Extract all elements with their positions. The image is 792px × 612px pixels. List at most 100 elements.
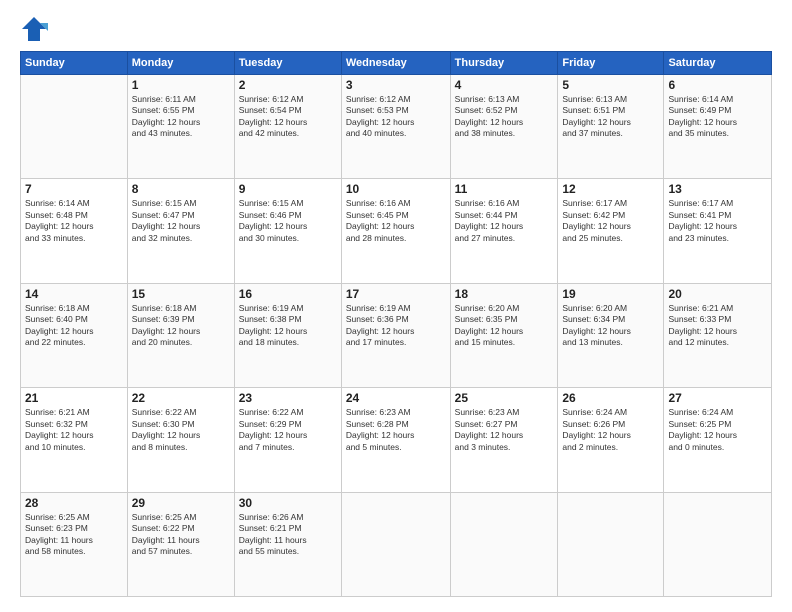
- calendar-cell: 7 Sunrise: 6:14 AM Sunset: 6:48 PM Daylig…: [21, 179, 128, 283]
- cell-text: Sunrise: 6:16 AM Sunset: 6:44 PM Dayligh…: [455, 198, 554, 244]
- weekday-monday: Monday: [127, 52, 234, 75]
- day-number: 1: [132, 78, 230, 92]
- cell-text: Sunrise: 6:20 AM Sunset: 6:35 PM Dayligh…: [455, 303, 554, 349]
- calendar-cell: 13 Sunrise: 6:17 AM Sunset: 6:41 PM Dayli…: [664, 179, 772, 283]
- calendar-cell: 2 Sunrise: 6:12 AM Sunset: 6:54 PM Daylig…: [234, 75, 341, 179]
- day-number: 16: [239, 287, 337, 301]
- cell-text: Sunrise: 6:14 AM Sunset: 6:49 PM Dayligh…: [668, 94, 767, 140]
- day-number: 17: [346, 287, 446, 301]
- cell-text: Sunrise: 6:11 AM Sunset: 6:55 PM Dayligh…: [132, 94, 230, 140]
- calendar-cell: 25 Sunrise: 6:23 AM Sunset: 6:27 PM Dayli…: [450, 388, 558, 492]
- weekday-friday: Friday: [558, 52, 664, 75]
- calendar-cell: 17 Sunrise: 6:19 AM Sunset: 6:36 PM Dayli…: [341, 283, 450, 387]
- cell-text: Sunrise: 6:13 AM Sunset: 6:51 PM Dayligh…: [562, 94, 659, 140]
- cell-text: Sunrise: 6:18 AM Sunset: 6:40 PM Dayligh…: [25, 303, 123, 349]
- cell-text: Sunrise: 6:12 AM Sunset: 6:54 PM Dayligh…: [239, 94, 337, 140]
- logo-icon: [20, 15, 48, 43]
- calendar-cell: 15Sunrise: 6:18 AM Sunset: 6:39 PM Dayli…: [127, 283, 234, 387]
- day-number: 4: [455, 78, 554, 92]
- calendar-cell: 24 Sunrise: 6:23 AM Sunset: 6:28 PM Dayli…: [341, 388, 450, 492]
- day-number: 2: [239, 78, 337, 92]
- weekday-header-row: SundayMondayTuesdayWednesdayThursdayFrid…: [21, 52, 772, 75]
- day-number: 9: [239, 182, 337, 196]
- calendar-cell: 3 Sunrise: 6:12 AM Sunset: 6:53 PM Daylig…: [341, 75, 450, 179]
- day-number: 28: [25, 496, 123, 510]
- calendar-cell: [450, 492, 558, 596]
- calendar-cell: [664, 492, 772, 596]
- day-number: 30: [239, 496, 337, 510]
- calendar-cell: 11 Sunrise: 6:16 AM Sunset: 6:44 PM Dayli…: [450, 179, 558, 283]
- cell-text: Sunrise: 6:23 AM Sunset: 6:28 PM Dayligh…: [346, 407, 446, 453]
- calendar-cell: 9 Sunrise: 6:15 AM Sunset: 6:46 PM Daylig…: [234, 179, 341, 283]
- cell-text: Sunrise: 6:15 AM Sunset: 6:46 PM Dayligh…: [239, 198, 337, 244]
- day-number: 11: [455, 182, 554, 196]
- cell-text: Sunrise: 6:18 AM Sunset: 6:39 PM Dayligh…: [132, 303, 230, 349]
- day-number: 6: [668, 78, 767, 92]
- calendar-cell: 20Sunrise: 6:21 AM Sunset: 6:33 PM Dayli…: [664, 283, 772, 387]
- day-number: 13: [668, 182, 767, 196]
- day-number: 14: [25, 287, 123, 301]
- calendar-cell: 16 Sunrise: 6:19 AM Sunset: 6:38 PM Dayli…: [234, 283, 341, 387]
- day-number: 23: [239, 391, 337, 405]
- day-number: 18: [455, 287, 554, 301]
- calendar-cell: 1 Sunrise: 6:11 AM Sunset: 6:55 PM Daylig…: [127, 75, 234, 179]
- cell-text: Sunrise: 6:26 AM Sunset: 6:21 PM Dayligh…: [239, 512, 337, 558]
- cell-text: Sunrise: 6:14 AM Sunset: 6:48 PM Dayligh…: [25, 198, 123, 244]
- calendar-cell: 22Sunrise: 6:22 AM Sunset: 6:30 PM Dayli…: [127, 388, 234, 492]
- calendar-cell: 14 Sunrise: 6:18 AM Sunset: 6:40 PM Dayli…: [21, 283, 128, 387]
- calendar-cell: 23 Sunrise: 6:22 AM Sunset: 6:29 PM Dayli…: [234, 388, 341, 492]
- calendar-cell: 27Sunrise: 6:24 AM Sunset: 6:25 PM Dayli…: [664, 388, 772, 492]
- calendar-cell: 4 Sunrise: 6:13 AM Sunset: 6:52 PM Daylig…: [450, 75, 558, 179]
- calendar-cell: 21 Sunrise: 6:21 AM Sunset: 6:32 PM Dayli…: [21, 388, 128, 492]
- day-number: 20: [668, 287, 767, 301]
- cell-text: Sunrise: 6:23 AM Sunset: 6:27 PM Dayligh…: [455, 407, 554, 453]
- calendar-cell: 26 Sunrise: 6:24 AM Sunset: 6:26 PM Dayli…: [558, 388, 664, 492]
- week-row-1: 7 Sunrise: 6:14 AM Sunset: 6:48 PM Daylig…: [21, 179, 772, 283]
- calendar-cell: 8Sunrise: 6:15 AM Sunset: 6:47 PM Daylig…: [127, 179, 234, 283]
- day-number: 19: [562, 287, 659, 301]
- calendar-cell: [341, 492, 450, 596]
- calendar-cell: 10 Sunrise: 6:16 AM Sunset: 6:45 PM Dayli…: [341, 179, 450, 283]
- cell-text: Sunrise: 6:24 AM Sunset: 6:26 PM Dayligh…: [562, 407, 659, 453]
- cell-text: Sunrise: 6:13 AM Sunset: 6:52 PM Dayligh…: [455, 94, 554, 140]
- day-number: 5: [562, 78, 659, 92]
- day-number: 25: [455, 391, 554, 405]
- week-row-0: 1 Sunrise: 6:11 AM Sunset: 6:55 PM Daylig…: [21, 75, 772, 179]
- calendar-cell: 29Sunrise: 6:25 AM Sunset: 6:22 PM Dayli…: [127, 492, 234, 596]
- week-row-4: 28 Sunrise: 6:25 AM Sunset: 6:23 PM Dayli…: [21, 492, 772, 596]
- cell-text: Sunrise: 6:19 AM Sunset: 6:38 PM Dayligh…: [239, 303, 337, 349]
- cell-text: Sunrise: 6:16 AM Sunset: 6:45 PM Dayligh…: [346, 198, 446, 244]
- week-row-2: 14 Sunrise: 6:18 AM Sunset: 6:40 PM Dayli…: [21, 283, 772, 387]
- day-number: 10: [346, 182, 446, 196]
- weekday-saturday: Saturday: [664, 52, 772, 75]
- cell-text: Sunrise: 6:12 AM Sunset: 6:53 PM Dayligh…: [346, 94, 446, 140]
- day-number: 3: [346, 78, 446, 92]
- day-number: 7: [25, 182, 123, 196]
- cell-text: Sunrise: 6:22 AM Sunset: 6:29 PM Dayligh…: [239, 407, 337, 453]
- day-number: 21: [25, 391, 123, 405]
- weekday-wednesday: Wednesday: [341, 52, 450, 75]
- cell-text: Sunrise: 6:19 AM Sunset: 6:36 PM Dayligh…: [346, 303, 446, 349]
- logo: [20, 15, 52, 43]
- day-number: 29: [132, 496, 230, 510]
- cell-text: Sunrise: 6:17 AM Sunset: 6:41 PM Dayligh…: [668, 198, 767, 244]
- calendar-cell: [558, 492, 664, 596]
- cell-text: Sunrise: 6:25 AM Sunset: 6:23 PM Dayligh…: [25, 512, 123, 558]
- calendar-cell: 19 Sunrise: 6:20 AM Sunset: 6:34 PM Dayli…: [558, 283, 664, 387]
- day-number: 24: [346, 391, 446, 405]
- cell-text: Sunrise: 6:20 AM Sunset: 6:34 PM Dayligh…: [562, 303, 659, 349]
- calendar-body: 1 Sunrise: 6:11 AM Sunset: 6:55 PM Daylig…: [21, 75, 772, 597]
- day-number: 26: [562, 391, 659, 405]
- weekday-tuesday: Tuesday: [234, 52, 341, 75]
- calendar-cell: 18 Sunrise: 6:20 AM Sunset: 6:35 PM Dayli…: [450, 283, 558, 387]
- weekday-thursday: Thursday: [450, 52, 558, 75]
- day-number: 12: [562, 182, 659, 196]
- header: [20, 15, 772, 43]
- calendar-cell: [21, 75, 128, 179]
- cell-text: Sunrise: 6:21 AM Sunset: 6:32 PM Dayligh…: [25, 407, 123, 453]
- calendar-cell: 28 Sunrise: 6:25 AM Sunset: 6:23 PM Dayli…: [21, 492, 128, 596]
- cell-text: Sunrise: 6:17 AM Sunset: 6:42 PM Dayligh…: [562, 198, 659, 244]
- calendar-cell: 5 Sunrise: 6:13 AM Sunset: 6:51 PM Daylig…: [558, 75, 664, 179]
- calendar-cell: 30 Sunrise: 6:26 AM Sunset: 6:21 PM Dayli…: [234, 492, 341, 596]
- cell-text: Sunrise: 6:24 AM Sunset: 6:25 PM Dayligh…: [668, 407, 767, 453]
